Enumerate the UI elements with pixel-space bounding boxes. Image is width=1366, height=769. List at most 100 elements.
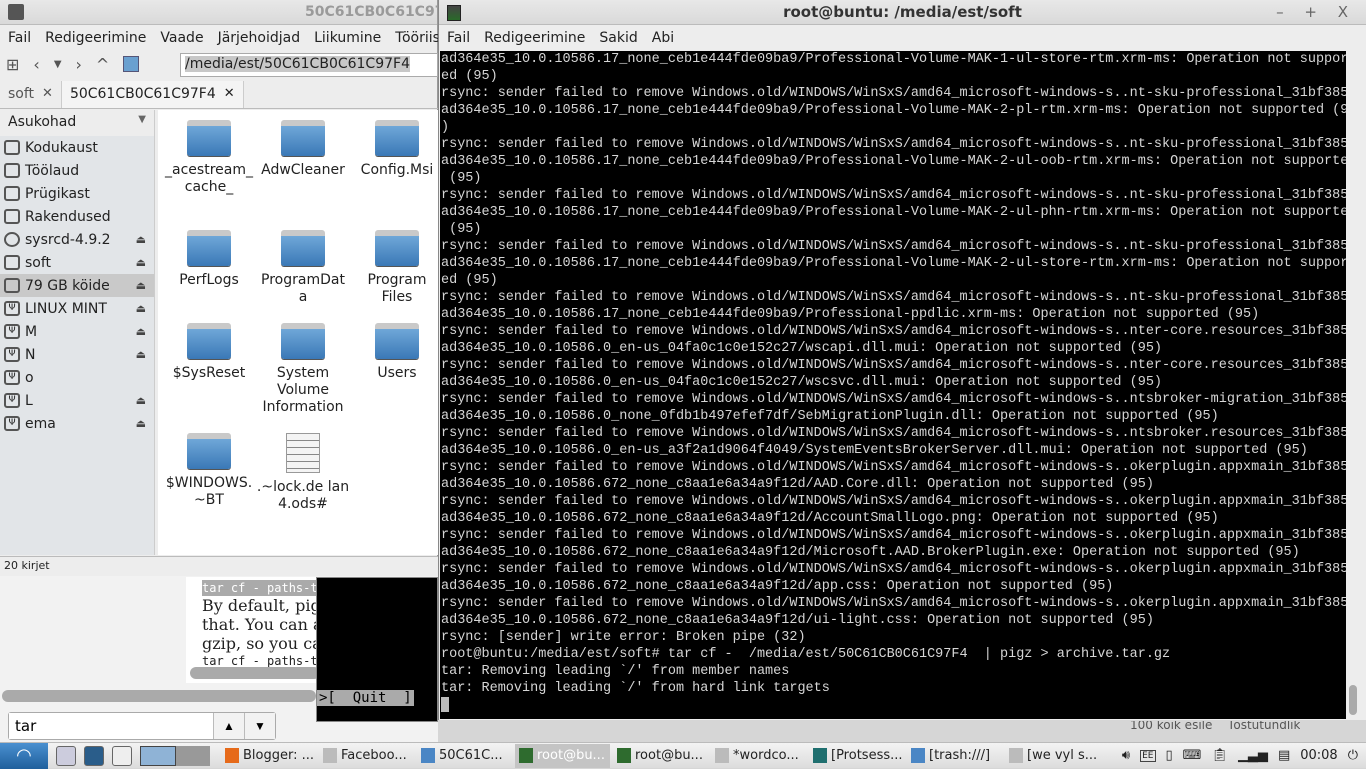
taskbar-task[interactable]: [we vyl s...: [1005, 744, 1100, 768]
sidebar-item[interactable]: Ψ LINUX MINT ⏏: [0, 297, 154, 320]
workspace-switcher[interactable]: [140, 745, 210, 766]
back-icon[interactable]: ‹: [33, 55, 39, 74]
desktop-icon: [4, 163, 20, 178]
menu-item[interactable]: Fail: [447, 30, 470, 46]
file-item[interactable]: PerfLogs: [162, 230, 256, 289]
menu-item[interactable]: Redigeerimine: [45, 30, 146, 46]
sidebar-item[interactable]: sysrcd-4.9.2 ⏏: [0, 228, 154, 251]
menu-item[interactable]: Redigeerimine: [484, 30, 585, 46]
task-label: 50C61C...: [439, 748, 503, 763]
file-item[interactable]: ProgramDat a: [256, 230, 350, 306]
taskbar-task[interactable]: [Protsess...: [809, 744, 904, 768]
close-icon[interactable]: ✕: [224, 86, 235, 103]
tab[interactable]: 50C61CB0C61C97F4 ✕: [61, 81, 244, 108]
sidebar-item[interactable]: Ψ L ⏏: [0, 389, 154, 412]
file-item[interactable]: $SysReset: [162, 323, 256, 382]
show-desktop-icon[interactable]: [112, 745, 132, 766]
volume-icon[interactable]: 🔊︎: [1122, 748, 1130, 763]
file-item[interactable]: AdwCleaner: [256, 120, 350, 179]
sidebar-item[interactable]: Rakendused: [0, 205, 154, 228]
location-input[interactable]: /media/est/50C61CB0C61C97F4: [180, 53, 438, 77]
menu-item[interactable]: Abi: [652, 30, 674, 46]
eject-icon[interactable]: ⏏: [136, 325, 146, 338]
file-item[interactable]: Config.Msi: [350, 120, 444, 179]
power-icon[interactable]: ⏻: [1348, 748, 1358, 763]
find-next-button[interactable]: ▼: [244, 713, 275, 739]
menu-item[interactable]: Järjehoidjad: [218, 30, 301, 46]
terminal-icon: [519, 748, 533, 763]
keyboard-layout[interactable]: EE: [1140, 749, 1156, 762]
eject-icon[interactable]: ⏏: [136, 394, 146, 407]
eject-icon[interactable]: ⏏: [136, 348, 146, 361]
sidebar-item-label: Töölaud: [25, 162, 80, 179]
sidebar-item[interactable]: 79 GB köide ⏏: [0, 274, 154, 297]
browser-launcher-icon[interactable]: [84, 745, 104, 766]
eject-icon[interactable]: ⏏: [136, 302, 146, 315]
taskbar-task[interactable]: root@bu...: [613, 744, 708, 768]
menu-item[interactable]: Sakid: [599, 30, 637, 46]
file-item[interactable]: Users: [350, 323, 444, 382]
file-name: $SysReset: [172, 365, 246, 381]
sidebar-item[interactable]: Kodukaust: [0, 136, 154, 159]
home-icon[interactable]: [123, 56, 140, 72]
up-icon[interactable]: ^: [96, 55, 109, 74]
close-icon[interactable]: ✕: [42, 86, 53, 103]
window-controls[interactable]: – + X: [1276, 3, 1356, 21]
location-text: /media/est/50C61CB0C61C97F4: [185, 56, 410, 72]
horizontal-scrollbar[interactable]: [2, 690, 316, 702]
eject-icon[interactable]: ⏏: [136, 233, 146, 246]
vertical-scrollbar[interactable]: [1346, 51, 1360, 719]
taskbar-task[interactable]: *wordco...: [711, 744, 806, 768]
file-item[interactable]: $WINDOWS. ~BT: [162, 433, 256, 509]
battery-icon[interactable]: ▯: [1166, 748, 1173, 763]
forward-icon[interactable]: ›: [76, 55, 82, 74]
terminal-menubar: Fail Redigeerimine Sakid Abi: [439, 25, 1366, 50]
terminal-line: rsync: sender failed to remove Windows.o…: [441, 239, 1347, 254]
menu-item[interactable]: Vaade: [160, 30, 203, 46]
history-dropdown-icon[interactable]: ▼: [54, 59, 62, 70]
file-item[interactable]: _acestream_ cache_: [162, 120, 256, 196]
eject-icon[interactable]: ⏏: [136, 279, 146, 292]
sidebar-item[interactable]: Töölaud: [0, 159, 154, 182]
sidebar-item[interactable]: soft ⏏: [0, 251, 154, 274]
menu-item[interactable]: Fail: [8, 30, 31, 46]
clipboard-icon[interactable]: 📋︎: [1211, 748, 1228, 763]
file-item[interactable]: Program Files: [350, 230, 444, 306]
terminal-window: root@buntu: /media/est/soft – + X Fail Re…: [438, 0, 1366, 720]
scrollbar-thumb[interactable]: [1349, 685, 1357, 715]
places-header[interactable]: Asukohad ▼: [0, 110, 154, 136]
taskbar-task[interactable]: [trash:///]: [907, 744, 1002, 768]
file-manager-titlebar[interactable]: 50C61CB0C61C97F4: [0, 0, 464, 25]
new-tab-icon[interactable]: ⊞: [6, 55, 19, 74]
menu-item[interactable]: Liikumine: [314, 30, 381, 46]
sidebar-item-label: 79 GB köide: [25, 277, 110, 294]
file-item[interactable]: .~lock.de lan 4.ods#: [256, 433, 350, 513]
eject-icon[interactable]: ⏏: [136, 256, 146, 269]
sidebar-item[interactable]: Ψema ⏏: [0, 412, 154, 435]
sidebar-item[interactable]: Ψ M ⏏: [0, 320, 154, 343]
sidebar-item[interactable]: Ψ N ⏏: [0, 343, 154, 366]
eject-icon[interactable]: ⏏: [136, 417, 146, 430]
notes-icon[interactable]: ▤: [1278, 748, 1290, 763]
terminal-output[interactable]: ad364e35_10.0.10586.17_none_ceb1e444fde0…: [440, 51, 1347, 719]
search-input[interactable]: [9, 713, 213, 739]
taskbar-task[interactable]: Blogger: ...: [221, 744, 316, 768]
file-manager-launcher-icon[interactable]: [56, 745, 76, 766]
keyboard-icon[interactable]: ⌨: [1183, 748, 1202, 763]
taskbar-task[interactable]: root@bu...: [515, 743, 610, 768]
workspace-2[interactable]: [176, 745, 210, 766]
taskbar-task[interactable]: Faceboo...: [319, 744, 414, 768]
clock[interactable]: 00:08: [1300, 748, 1337, 763]
taskbar-task[interactable]: 50C61C...: [417, 744, 512, 768]
file-item[interactable]: System Volume Information: [256, 323, 350, 416]
find-previous-button[interactable]: ▲: [213, 713, 244, 739]
inner-horizontal-scrollbar[interactable]: [190, 667, 320, 679]
tab[interactable]: soft ✕: [0, 81, 62, 108]
workspace-1[interactable]: [140, 745, 176, 766]
network-signal-icon[interactable]: ▁▃▅: [1238, 748, 1268, 763]
terminal-titlebar[interactable]: root@buntu: /media/est/soft – + X: [439, 0, 1366, 25]
sidebar-item[interactable]: Prügikast: [0, 182, 154, 205]
quit-button[interactable]: >[ Quit ]: [317, 690, 414, 706]
start-menu-button[interactable]: ◠: [0, 742, 48, 769]
sidebar-item[interactable]: Ψo: [0, 366, 154, 389]
